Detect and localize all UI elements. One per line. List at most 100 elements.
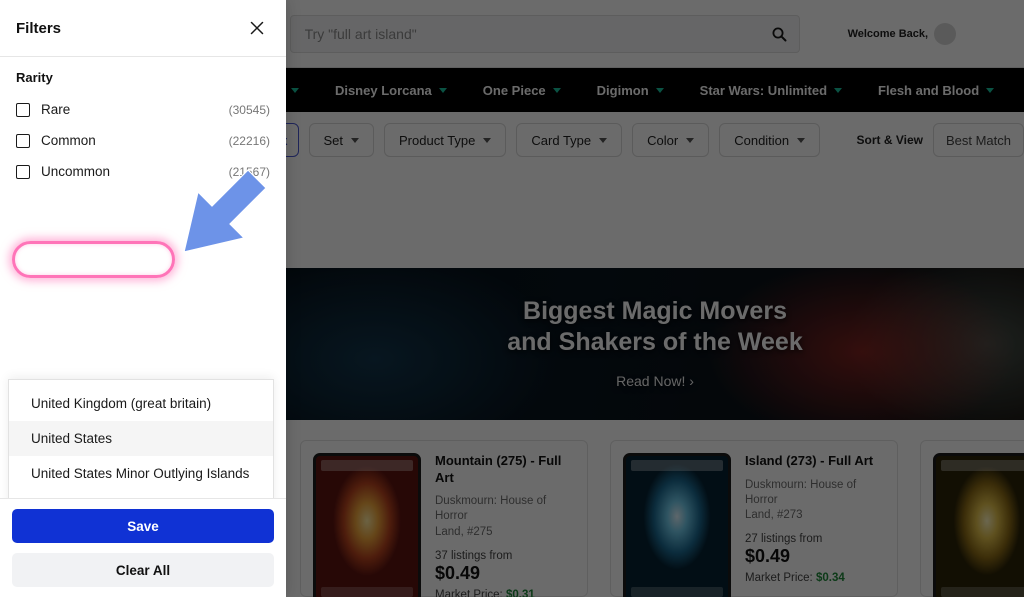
cat-nav-item-star-wars-unlimited[interactable]: Star Wars: Unlimited: [682, 83, 860, 98]
chevron-down-icon: [655, 87, 664, 93]
filter-pill-label: Color: [647, 132, 679, 148]
product-card[interactable]: Plains (272) - Full Art Duskmourn: House…: [920, 440, 1024, 597]
screenshot-root: ng Welcome Back, h: [0, 0, 1024, 597]
sort-view-label: Sort & View: [856, 133, 923, 147]
search-box[interactable]: [289, 14, 800, 53]
cat-nav-label: One Piece: [482, 82, 546, 98]
product-card-list: Mountain (275) - Full Art Duskmourn: Hou…: [300, 440, 1024, 597]
product-card-listings: 27 listings from: [745, 533, 823, 546]
promo-banner-title-line1: Biggest Magic Movers: [523, 297, 787, 325]
filters-panel-actions: Save Clear All: [0, 498, 286, 597]
welcome-back-block[interactable]: Welcome Back,: [847, 22, 957, 45]
product-card-market: Market Price: $0.34: [745, 572, 885, 584]
filter-pill-set[interactable]: Set: [308, 123, 375, 157]
product-card-set: Duskmourn: House of Horror: [435, 495, 547, 523]
search-input[interactable]: [290, 15, 799, 52]
country-option-united-kingdom[interactable]: United Kingdom (great britain): [9, 386, 273, 421]
filter-pill-label: Card Type: [531, 132, 592, 148]
promo-banner-text: Biggest Magic Movers and Shakers of the …: [286, 296, 1024, 389]
rarity-option-label: Common: [41, 133, 96, 148]
product-card-title[interactable]: Island (273) - Full Art: [745, 453, 885, 470]
rarity-option-count: (21567): [228, 164, 270, 179]
rarity-option-common[interactable]: Common (22216): [0, 125, 286, 156]
product-card-listings: 37 listings from: [435, 549, 513, 562]
market-price-label: Market Price:: [745, 572, 813, 585]
filter-pill-product-type[interactable]: Product Type: [384, 123, 507, 157]
cat-nav-label: Disney Lorcana: [334, 82, 432, 98]
card-typeplate: [321, 587, 413, 597]
product-card-price: $0.49: [435, 562, 481, 583]
product-card-image: [933, 453, 1024, 597]
rarity-option-uncommon-left: Uncommon: [16, 164, 110, 179]
rarity-section-title: Rarity: [16, 70, 53, 85]
chevron-down-icon: [290, 87, 299, 93]
filter-pill-card-type[interactable]: Card Type: [516, 123, 623, 157]
checkbox-icon[interactable]: [16, 102, 30, 117]
chevron-down-icon: [797, 137, 806, 143]
product-card-body: Mountain (275) - Full Art Duskmourn: Hou…: [435, 453, 575, 597]
sort-value-select[interactable]: Best Match: [932, 123, 1024, 157]
clear-all-button[interactable]: Clear All: [12, 553, 274, 587]
avatar[interactable]: [934, 22, 957, 45]
cat-nav-item-disney-lorcana[interactable]: Disney Lorcana: [317, 83, 465, 98]
welcome-text: Welcome Back,: [847, 27, 929, 40]
checkbox-icon[interactable]: [16, 133, 30, 148]
promo-banner-title-line2: and Shakers of the Week: [507, 327, 803, 356]
save-button[interactable]: Save: [12, 509, 274, 543]
product-card-type: Land, #273: [745, 508, 803, 521]
card-nameplate: [941, 460, 1024, 471]
sort-and-view: Sort & View Best Match: [857, 123, 1024, 157]
chevron-down-icon: [438, 87, 447, 93]
product-card[interactable]: Mountain (275) - Full Art Duskmourn: Hou…: [300, 440, 588, 597]
chevron-down-icon: [483, 137, 492, 143]
rarity-option-label: Uncommon: [41, 164, 111, 179]
chevron-down-icon: [599, 137, 608, 143]
product-card-image: [623, 453, 731, 597]
cat-nav-item-digimon[interactable]: Digimon: [579, 83, 682, 98]
product-card[interactable]: Island (273) - Full Art Duskmourn: House…: [610, 440, 898, 597]
card-nameplate: [321, 460, 413, 471]
filter-pill-label: Set: [323, 132, 344, 148]
country-option-united-states[interactable]: United States: [9, 421, 273, 456]
cat-nav-item-flesh-and-blood[interactable]: Flesh and Blood: [860, 83, 1012, 98]
filters-panel-header: Filters: [0, 0, 286, 57]
chevron-down-icon: [986, 87, 995, 93]
filters-panel: Filters Rarity Rare (30545) Common (2221…: [0, 0, 286, 597]
promo-banner[interactable]: Biggest Magic Movers and Shakers of the …: [286, 268, 1024, 420]
chevron-down-icon: [552, 87, 561, 93]
filter-pill-color[interactable]: Color: [632, 123, 710, 157]
product-card-set: Duskmourn: House of Horror: [745, 478, 857, 506]
cat-nav-label: Digimon: [596, 82, 649, 98]
country-option-united-states-minor-outlying-islands[interactable]: United States Minor Outlying Islands: [9, 456, 273, 491]
product-card-title[interactable]: Mountain (275) - Full Art: [435, 453, 575, 486]
rarity-option-label: Rare: [41, 102, 71, 117]
market-price-value: $0.34: [815, 572, 845, 585]
rarity-option-common-left: Common: [16, 133, 96, 148]
promo-banner-cta[interactable]: Read Now! ›: [286, 373, 1024, 389]
cat-nav-label: Star Wars: Unlimited: [699, 82, 828, 98]
product-card-market: Market Price: $0.31: [435, 589, 575, 597]
filter-pill-label: Product Type: [399, 132, 476, 148]
filter-pill-condition[interactable]: Condition: [719, 123, 821, 157]
product-card-body: Island (273) - Full Art Duskmourn: House…: [745, 453, 885, 584]
rarity-option-rare[interactable]: Rare (30545): [0, 94, 286, 125]
product-card-price: $0.49: [745, 546, 791, 567]
close-icon[interactable]: [246, 17, 268, 39]
filter-pill-label: Condition: [734, 132, 790, 148]
rarity-option-uncommon[interactable]: Uncommon (21567): [0, 156, 286, 187]
card-nameplate: [631, 460, 723, 471]
chevron-down-icon: [686, 137, 695, 143]
rarity-option-count: (30545): [228, 102, 270, 117]
market-price-value: $0.31: [505, 588, 535, 597]
rarity-option-rare-left: Rare: [16, 102, 70, 117]
cat-nav-item-one-piece[interactable]: One Piece: [465, 83, 579, 98]
chevron-down-icon: [351, 137, 360, 143]
filters-panel-title: Filters: [16, 19, 62, 37]
product-card-image: [313, 453, 421, 597]
card-typeplate: [631, 587, 723, 597]
product-card-type: Land, #275: [435, 525, 493, 538]
checkbox-icon[interactable]: [16, 164, 30, 179]
sort-value-label: Best Match: [945, 132, 1011, 148]
cat-nav-label: Flesh and Blood: [878, 82, 980, 98]
search-icon[interactable]: [771, 26, 787, 42]
